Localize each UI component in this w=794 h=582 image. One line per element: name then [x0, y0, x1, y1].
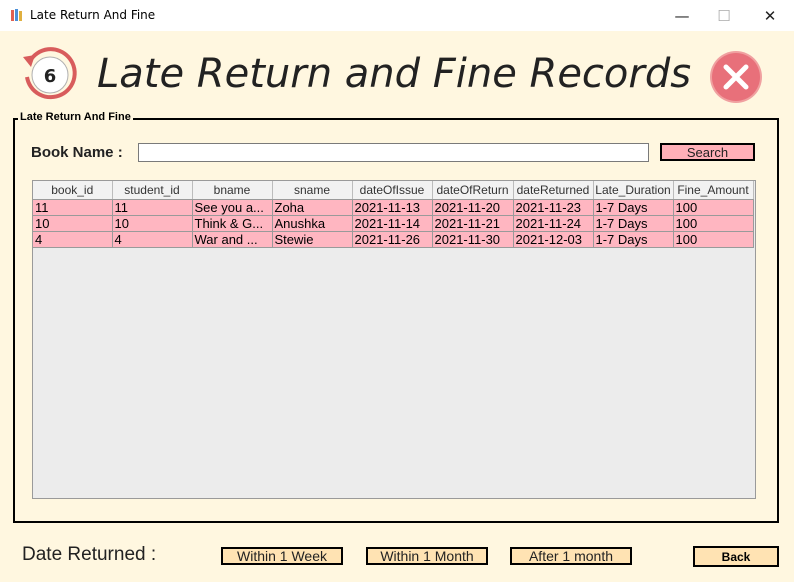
- table-cell: 2021-11-20: [432, 199, 514, 216]
- table-row[interactable]: 11 11 See you a... Zoha 2021-11-13 2021-…: [33, 199, 754, 216]
- within-1-month-button[interactable]: Within 1 Month: [366, 547, 488, 565]
- app-icon: [11, 9, 22, 21]
- table-cell: 2021-11-14: [352, 215, 433, 232]
- column-header[interactable]: Fine_Amount: [673, 181, 754, 200]
- table-cell: 2021-11-26: [352, 231, 433, 248]
- table-cell: 1-7 Days: [593, 215, 674, 232]
- column-header[interactable]: dateReturned: [513, 181, 594, 200]
- table-cell: Stewie: [272, 231, 353, 248]
- table-cell: 11: [33, 199, 113, 216]
- table-row[interactable]: 10 10 Think & G... Anushka 2021-11-14 20…: [33, 215, 754, 232]
- window-close-button[interactable]: ✕: [747, 0, 793, 31]
- table-cell: 2021-11-30: [432, 231, 514, 248]
- table-cell: 1-7 Days: [593, 199, 674, 216]
- column-header[interactable]: Late_Duration: [593, 181, 674, 200]
- column-header[interactable]: sname: [272, 181, 353, 200]
- table-cell: 2021-11-24: [513, 215, 594, 232]
- table-cell: 10: [33, 215, 113, 232]
- records-table[interactable]: book_id student_id bname sname dateOfIss…: [32, 180, 756, 499]
- minimize-button[interactable]: —: [659, 0, 705, 31]
- column-header[interactable]: bname: [192, 181, 273, 200]
- group-legend: Late Return And Fine: [18, 111, 133, 123]
- table-cell: See you a...: [192, 199, 273, 216]
- clock-icon: 6: [23, 47, 77, 100]
- table-cell: 4: [112, 231, 193, 248]
- page-title: Late Return and Fine Records: [97, 51, 692, 97]
- table-cell: 4: [33, 231, 113, 248]
- table-header-row: book_id student_id bname sname dateOfIss…: [33, 181, 754, 200]
- clock-number: 6: [44, 66, 57, 87]
- book-name-input[interactable]: [138, 143, 649, 162]
- table-cell: Think & G...: [192, 215, 273, 232]
- book-name-label: Book Name :: [31, 144, 123, 161]
- table-cell: 100: [673, 231, 754, 248]
- table-cell: 2021-11-21: [432, 215, 514, 232]
- table-cell: Anushka: [272, 215, 353, 232]
- column-header[interactable]: book_id: [33, 181, 113, 200]
- window-titlebar: Late Return And Fine — ☐ ✕: [0, 0, 794, 31]
- column-header[interactable]: dateOfIssue: [352, 181, 433, 200]
- table-cell: 100: [673, 215, 754, 232]
- close-icon[interactable]: [708, 50, 764, 104]
- table-cell: 100: [673, 199, 754, 216]
- table-cell: 2021-11-13: [352, 199, 433, 216]
- table-cell: 2021-12-03: [513, 231, 594, 248]
- window-title: Late Return And Fine: [30, 8, 156, 22]
- table-row[interactable]: 4 4 War and ... Stewie 2021-11-26 2021-1…: [33, 231, 754, 248]
- table-cell: War and ...: [192, 231, 273, 248]
- date-returned-label: Date Returned :: [22, 544, 157, 565]
- search-button[interactable]: Search: [660, 143, 755, 161]
- column-header[interactable]: student_id: [112, 181, 193, 200]
- table-cell: 10: [112, 215, 193, 232]
- maximize-button[interactable]: ☐: [701, 0, 747, 31]
- column-header[interactable]: dateOfReturn: [432, 181, 514, 200]
- table-cell: 1-7 Days: [593, 231, 674, 248]
- back-button[interactable]: Back: [693, 546, 779, 567]
- after-1-month-button[interactable]: After 1 month: [510, 547, 632, 565]
- main-panel: 6 Late Return and Fine Records Late Retu…: [0, 31, 794, 582]
- table-cell: 2021-11-23: [513, 199, 594, 216]
- within-1-week-button[interactable]: Within 1 Week: [221, 547, 343, 565]
- table-cell: 11: [112, 199, 193, 216]
- table-cell: Zoha: [272, 199, 353, 216]
